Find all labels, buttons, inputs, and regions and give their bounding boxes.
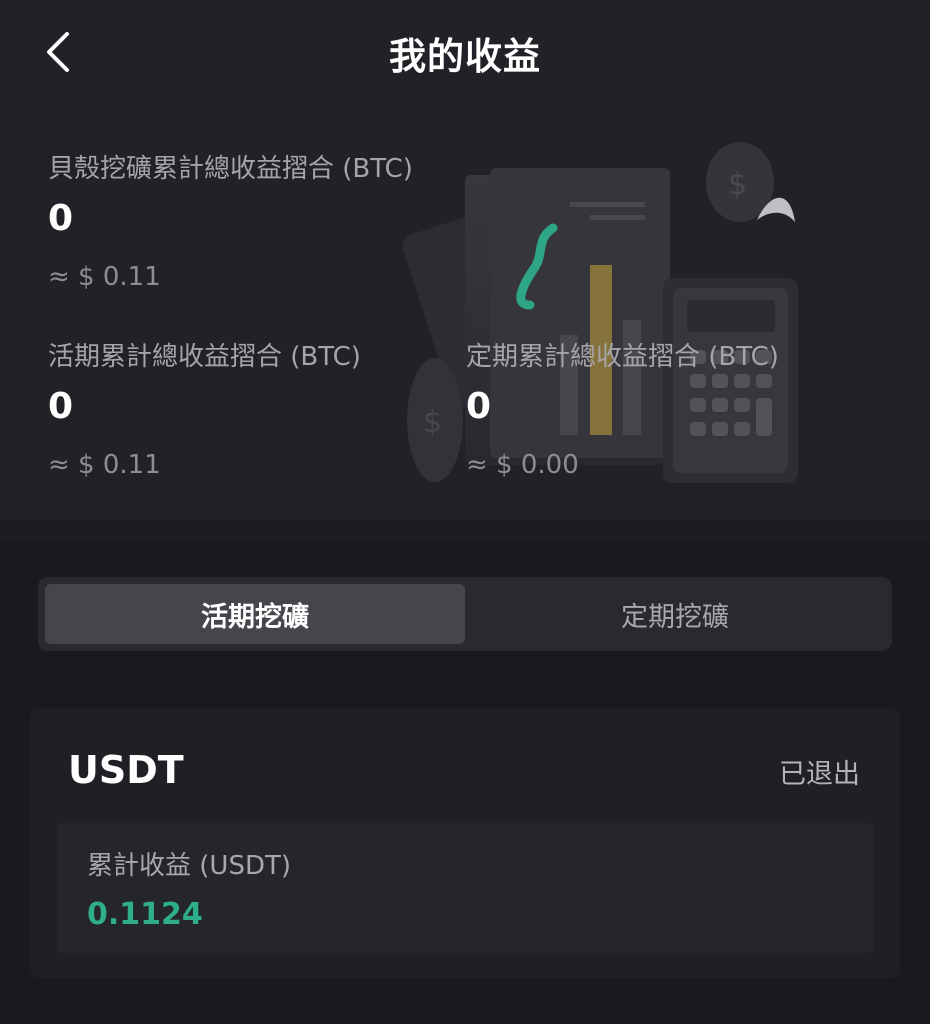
tab-flexible-mining[interactable]: 活期挖礦	[45, 584, 465, 644]
total-earnings-approx: ≈ $ 0.11	[48, 262, 161, 292]
svg-text:$: $	[423, 405, 442, 440]
earnings-summary: $ $ 貝殼挖礦累計總收益摺合 (BTC) 0 ≈ $ 0.11 活期累計總收益…	[0, 110, 930, 520]
cumulative-earnings-label: 累計收益 (USDT)	[87, 851, 291, 881]
cumulative-earnings-value: 0.1124	[87, 897, 203, 932]
flexible-earnings-approx: ≈ $ 0.11	[48, 450, 161, 480]
fixed-earnings-approx: ≈ $ 0.00	[466, 450, 579, 480]
section-divider	[0, 520, 930, 542]
total-earnings-label: 貝殼挖礦累計總收益摺合 (BTC)	[48, 154, 413, 184]
mining-type-tabs: 活期挖礦 定期挖礦	[38, 577, 892, 651]
svg-text:$: $	[728, 167, 747, 202]
tab-fixed-mining[interactable]: 定期挖礦	[465, 584, 885, 644]
fixed-earnings-label: 定期累計總收益摺合 (BTC)	[466, 342, 779, 372]
flexible-earnings-value: 0	[48, 386, 74, 427]
page-title: 我的收益	[389, 35, 541, 78]
total-earnings-value: 0	[48, 198, 74, 239]
header: 我的收益	[0, 0, 930, 110]
cumulative-earnings-box: 累計收益 (USDT) 0.1124	[57, 823, 873, 953]
fixed-earnings-value: 0	[466, 386, 492, 427]
coin-earnings-card[interactable]: USDT 已退出 累計收益 (USDT) 0.1124	[30, 708, 900, 978]
flexible-earnings-label: 活期累計總收益摺合 (BTC)	[48, 342, 361, 372]
coin-name: USDT	[68, 748, 184, 792]
finance-illustration: $ $	[402, 142, 798, 483]
status-badge: 已退出	[779, 759, 860, 790]
